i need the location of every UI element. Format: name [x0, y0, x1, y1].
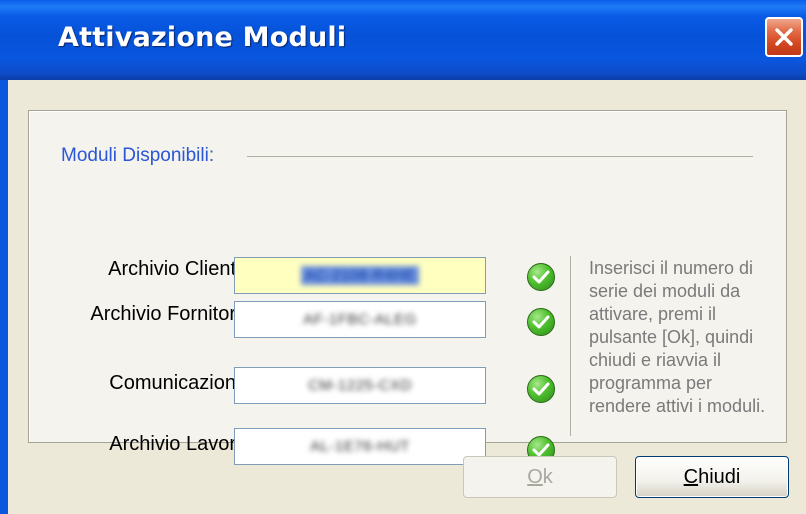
help-divider — [570, 256, 571, 436]
input-archivio-fornitori[interactable]: AF-1FBC-ALEG — [234, 301, 486, 338]
close-window-button[interactable] — [765, 17, 803, 57]
ok-label-rest: k — [542, 465, 553, 488]
label-archivio-fornitori: Archivio Fornitori: — [90, 303, 246, 325]
close-label-rest: hiudi — [698, 465, 741, 488]
input-archivio-lavori[interactable]: AL-1E76-HUT — [234, 428, 486, 465]
modules-panel: Moduli Disponibili: Archivio Clienti: AC… — [28, 110, 787, 465]
window-frame — [0, 80, 8, 514]
check-icon — [527, 375, 555, 403]
label-archivio-clienti: Archivio Clienti: — [108, 258, 246, 280]
close-button[interactable]: Chiudi — [635, 456, 789, 498]
dialog-window: Attivazione Moduli Moduli Disponibili: A… — [0, 0, 806, 514]
group-label-available-modules: Moduli Disponibili: — [61, 145, 215, 166]
label-archivio-lavori: Archivio Lavori: — [109, 433, 246, 455]
help-text: Inserisci il numero di serie dei moduli … — [589, 258, 766, 416]
window-title: Attivazione Moduli — [58, 22, 347, 53]
group-divider — [247, 156, 753, 157]
close-icon — [775, 28, 793, 46]
check-icon — [527, 263, 555, 291]
input-comunicazioni[interactable]: CM-1225-CXD — [234, 367, 486, 404]
check-icon — [527, 308, 555, 336]
serial-value: AF-1FBC-ALEG — [303, 311, 417, 328]
title-bar[interactable]: Attivazione Moduli — [0, 0, 806, 81]
ok-button[interactable]: Ok — [463, 456, 617, 498]
serial-value: AL-1E76-HUT — [310, 438, 410, 455]
ok-mnemonic: O — [527, 465, 543, 488]
serial-value: AC-2108-R4HE — [300, 266, 420, 285]
input-archivio-clienti[interactable]: AC-2108-R4HE — [234, 257, 486, 294]
label-comunicazioni: Comunicazioni: — [109, 372, 246, 394]
close-mnemonic: C — [683, 465, 699, 488]
dialog-body: Moduli Disponibili: Archivio Clienti: AC… — [8, 80, 806, 514]
serial-value: CM-1225-CXD — [308, 377, 412, 394]
